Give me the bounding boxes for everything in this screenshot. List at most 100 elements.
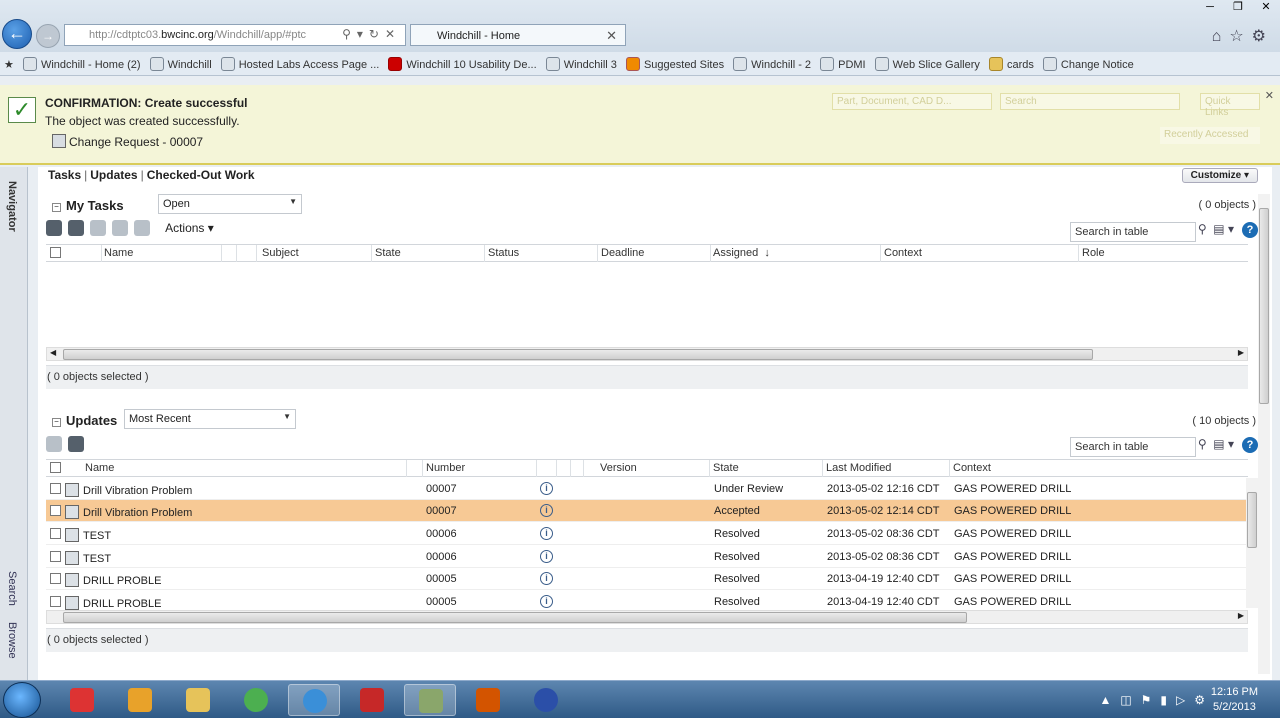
scroll-thumb[interactable] [1259, 208, 1269, 404]
favorite-link[interactable]: Windchill 10 Usability De... [388, 52, 542, 71]
page-vertical-scrollbar[interactable] [1258, 194, 1270, 674]
col-context[interactable]: Context [884, 247, 922, 259]
col-deadline[interactable]: Deadline [601, 247, 644, 259]
updates-link[interactable]: Updates [87, 168, 140, 182]
file-explorer-icon[interactable] [172, 684, 224, 716]
scroll-left-icon[interactable]: ◀ [50, 348, 56, 357]
updates-filter-select[interactable]: Most Recent ▼ [124, 409, 296, 429]
col-context[interactable]: Context [953, 462, 991, 474]
favorites-star-add-icon[interactable]: ★ [0, 53, 20, 71]
close-banner-icon[interactable]: ✕ [1265, 89, 1274, 102]
view-icon[interactable]: ▤ [1213, 222, 1224, 236]
col-status[interactable]: Status [488, 247, 519, 259]
collapse-icon[interactable]: − [52, 203, 61, 212]
select-all-checkbox[interactable] [50, 462, 61, 473]
system-tray[interactable]: ▲◫⚑▮▷⚙ [1099, 693, 1214, 707]
search-nav-tab[interactable]: Search [6, 571, 18, 606]
row-name[interactable]: TEST [65, 551, 111, 565]
navigator-toggle[interactable]: Navigator [6, 181, 18, 232]
close-tab-icon[interactable]: ✕ [606, 28, 617, 44]
windchill-app-icon[interactable] [404, 684, 456, 716]
col-name[interactable]: Name [104, 247, 133, 259]
row-name[interactable]: Drill Vibration Problem [65, 505, 192, 519]
row-checkbox[interactable] [50, 528, 61, 539]
outlook-app-icon[interactable] [114, 684, 166, 716]
favorite-link[interactable]: Hosted Labs Access Page ... [220, 52, 386, 71]
favorite-link[interactable]: Windchill 3 [545, 52, 623, 71]
col-assigned[interactable]: Assigned ↓ [713, 247, 770, 259]
restore-icon[interactable]: ❐ [1224, 0, 1252, 18]
scroll-right-icon[interactable]: ▶ [1238, 348, 1244, 357]
row-checkbox[interactable] [50, 483, 61, 494]
created-object-link[interactable]: Change Request - 00007 [52, 134, 203, 149]
task-details-icon[interactable] [90, 220, 106, 236]
info-icon[interactable]: i [540, 527, 553, 540]
back-arrow-icon[interactable]: ← [2, 19, 32, 49]
find-icon[interactable] [134, 220, 150, 236]
col-subject[interactable]: Subject [262, 247, 299, 259]
help-icon[interactable]: ? [1242, 437, 1258, 453]
my-tasks-search-input[interactable]: Search in table [1070, 222, 1196, 242]
info-icon[interactable]: i [540, 595, 553, 608]
address-bar[interactable]: http://cdtptc03.bwcinc.org/Windchill/app… [64, 24, 406, 46]
scroll-right-icon[interactable]: ▶ [1238, 611, 1244, 620]
network-app-icon[interactable] [520, 684, 572, 716]
col-last-modified[interactable]: Last Modified [826, 462, 891, 474]
favorite-link[interactable]: Change Notice [1042, 52, 1140, 71]
row-checkbox[interactable] [50, 551, 61, 562]
my-tasks-horizontal-scrollbar[interactable]: ◀ ▶ [46, 347, 1248, 361]
col-role[interactable]: Role [1082, 247, 1105, 259]
update-icon[interactable] [112, 220, 128, 236]
row-name[interactable]: TEST [65, 528, 111, 542]
export-list-icon[interactable] [68, 436, 84, 452]
col-number[interactable]: Number [426, 462, 465, 474]
col-state[interactable]: State [375, 247, 401, 259]
favorite-link[interactable]: PDMI [820, 52, 872, 71]
favorite-link[interactable]: Windchill - Home (2) [22, 52, 147, 71]
search-icon[interactable]: ⚲ [1198, 437, 1207, 451]
row-checkbox[interactable] [50, 573, 61, 584]
scroll-thumb[interactable] [1247, 492, 1257, 548]
copy-icon[interactable] [46, 436, 62, 452]
favorite-link[interactable]: Windchill [149, 52, 218, 71]
view-icon[interactable]: ▤ [1213, 437, 1224, 451]
updates-vertical-scrollbar[interactable] [1246, 478, 1258, 608]
col-version[interactable]: Version [600, 462, 637, 474]
row-name[interactable]: DRILL PROBLE [65, 573, 161, 587]
updates-horizontal-scrollbar[interactable]: ▶ [46, 610, 1248, 624]
browse-nav-tab[interactable]: Browse [6, 622, 18, 659]
customize-button[interactable]: Customize ▾ [1181, 168, 1258, 183]
minimize-icon[interactable]: ─ [1196, 1, 1224, 19]
help-icon[interactable]: ? [1242, 222, 1258, 238]
table-row[interactable]: TEST 00006 i Resolved 2013-05-02 08:36 C… [46, 546, 1248, 568]
reassign-icon[interactable] [46, 220, 62, 236]
favorite-link[interactable]: Suggested Sites [625, 52, 730, 71]
tasks-link[interactable]: Tasks [45, 168, 84, 182]
search-icon[interactable]: ⚲ [1198, 222, 1207, 236]
info-icon[interactable]: i [540, 550, 553, 563]
row-checkbox[interactable] [50, 596, 61, 607]
address-tools-icon[interactable]: ⚲▾↻✕ [342, 27, 401, 41]
col-name[interactable]: Name [85, 462, 114, 474]
table-row[interactable]: DRILL PROBLE 00005 i Resolved 2013-04-19… [46, 568, 1248, 590]
chrome-app-icon[interactable] [230, 684, 282, 716]
table-row[interactable]: Drill Vibration Problem 00007 i Accepted… [46, 500, 1248, 522]
close-window-icon[interactable]: ✕ [1252, 0, 1280, 18]
home-icon[interactable]: ⌂ [1212, 28, 1230, 45]
scroll-thumb[interactable] [63, 612, 967, 623]
collapse-icon[interactable]: − [52, 418, 61, 427]
actions-menu[interactable]: Actions ▾ [165, 221, 214, 235]
my-tasks-filter-select[interactable]: Open ▼ [158, 194, 302, 214]
gear-icon[interactable]: ⚙ [1252, 28, 1274, 45]
favorites-star-icon[interactable]: ☆ [1229, 28, 1251, 45]
info-icon[interactable]: i [540, 504, 553, 517]
favorite-link[interactable]: Web Slice Gallery [874, 52, 986, 71]
export-icon[interactable] [68, 220, 84, 236]
updates-title[interactable]: − Updates [52, 413, 117, 428]
row-checkbox[interactable] [50, 505, 61, 516]
select-all-checkbox[interactable] [50, 247, 61, 258]
scroll-thumb[interactable] [63, 349, 1093, 360]
table-row[interactable]: TEST 00006 i Resolved 2013-05-02 08:36 C… [46, 523, 1248, 545]
forward-arrow-icon[interactable]: → [36, 24, 60, 48]
info-icon[interactable]: i [540, 482, 553, 495]
